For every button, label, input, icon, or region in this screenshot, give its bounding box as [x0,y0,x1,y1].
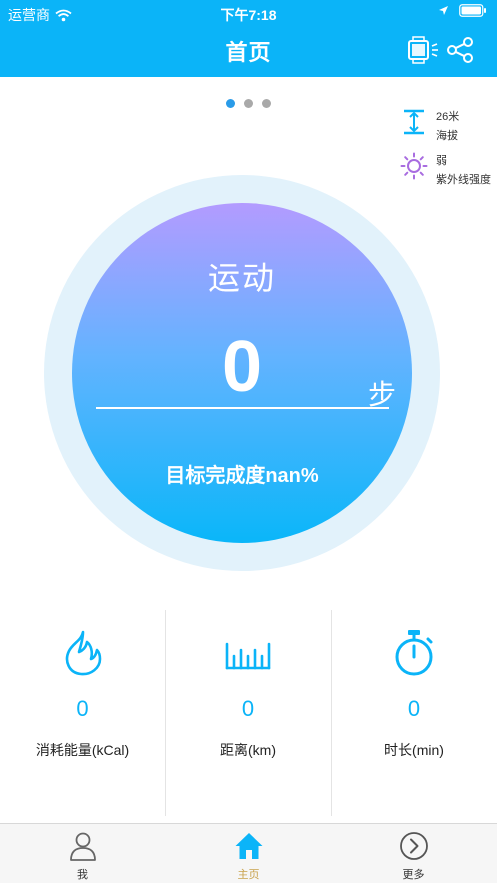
more-arrow-icon [399,832,428,860]
duration-label: 时长(min) [384,742,444,758]
tab-me-label: 我 [77,869,88,881]
stat-duration[interactable]: 0 时长(min) [331,610,496,816]
altitude-icon [404,109,424,135]
activity-title: 运动 [207,260,276,296]
tab-bar: 我 主页 更多 [0,823,497,883]
share-button[interactable] [445,36,477,64]
sun-icon [400,152,428,180]
altitude-label: 海拔 [436,130,458,142]
user-icon [69,832,96,861]
calories-value: 0 [76,696,89,721]
ruler-icon [225,642,271,670]
battery-icon [459,4,486,17]
status-time: 下午7:18 [220,7,277,23]
tab-home-label: 主页 [237,869,260,881]
status-right [438,4,487,17]
tab-more-label: 更多 [402,869,425,881]
step-count: 0 [221,327,263,407]
page-dot-2[interactable] [244,99,253,108]
flame-icon [65,630,101,676]
distance-label: 距离(km) [220,742,276,758]
step-divider [96,407,389,409]
calories-label: 消耗能量(kCal) [35,742,130,758]
share-icon [447,37,473,63]
tab-home[interactable]: 主页 [166,824,331,883]
home-icon [235,833,262,859]
header: 运营商 下午7:18 首页 [0,0,497,77]
tab-me[interactable]: 我 [0,824,165,883]
duration-value: 0 [407,696,421,721]
stats-row: 0 消耗能量(kCal) 0 距离(km) 0 时长(min) [0,610,497,816]
activity-disc[interactable]: 运动 0 步 目标完成度nan% [72,203,412,543]
nav-bar: 首页 [0,26,497,77]
uv-label: 紫外线强度 [436,174,491,186]
page-indicator[interactable] [0,99,497,108]
stopwatch-icon [395,630,433,676]
page-dot-1[interactable] [226,99,235,108]
stat-distance[interactable]: 0 距离(km) [165,610,330,816]
status-bar: 运营商 下午7:18 [0,0,497,26]
page-dot-3[interactable] [262,99,271,108]
location-arrow-icon [439,6,448,15]
goal-completion: 目标完成度nan% [165,465,319,487]
altitude-value: 26米 [436,111,460,123]
tab-more[interactable]: 更多 [331,824,496,883]
watch-battery-icon [408,36,438,64]
distance-value: 0 [241,696,255,721]
uv-value: 弱 [436,155,447,167]
stat-calories[interactable]: 0 消耗能量(kCal) [0,610,165,816]
watch-button[interactable] [407,36,439,64]
